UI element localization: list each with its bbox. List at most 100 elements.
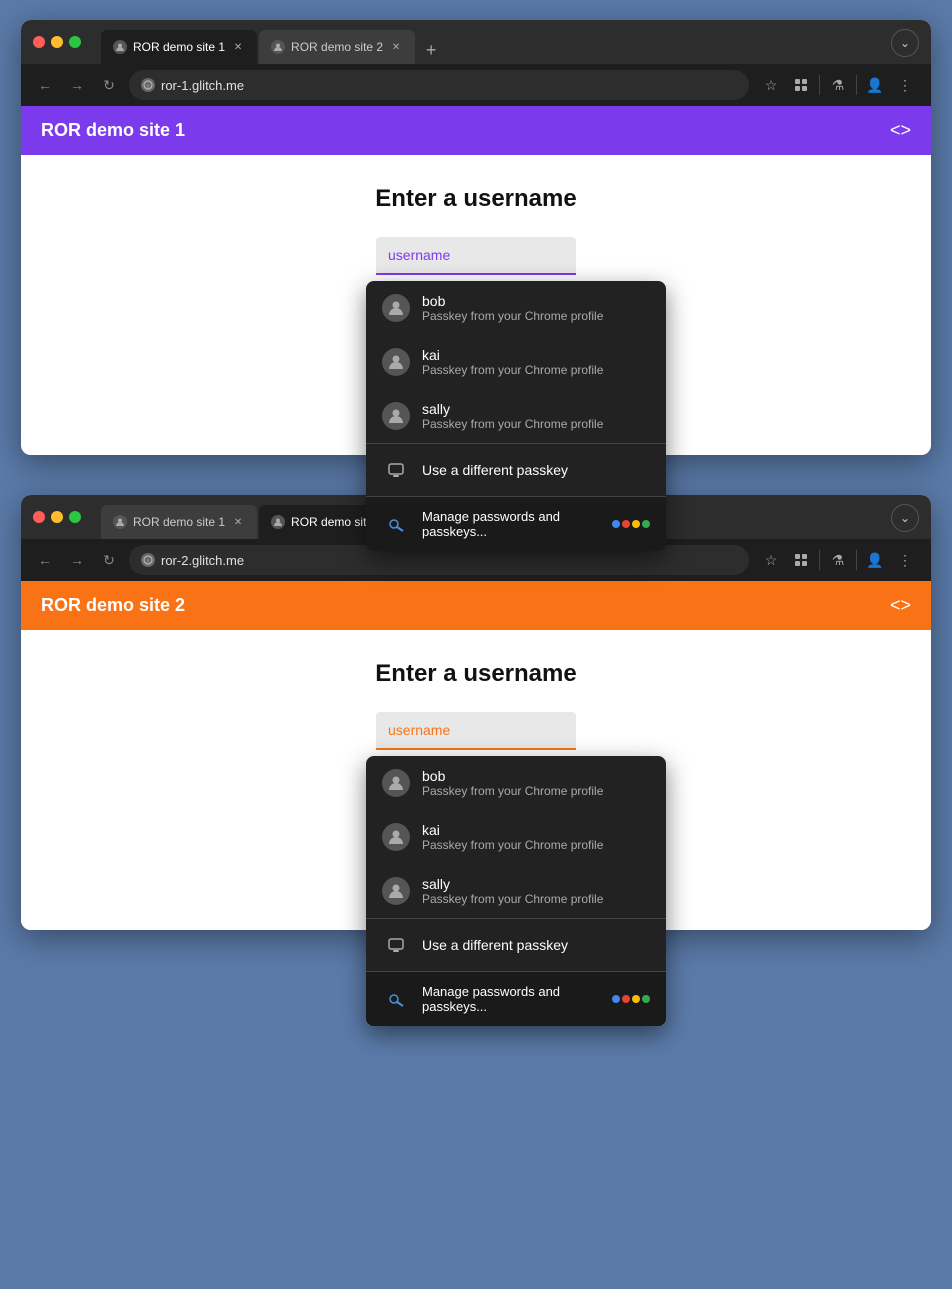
browser-window-2: ROR demo site 1 ✕ ROR demo site 2 ✕ + ⌄ … <box>21 495 931 930</box>
tab-favicon-2 <box>271 40 285 54</box>
fullscreen-button[interactable] <box>69 36 81 48</box>
code-icon-1[interactable]: <> <box>890 120 911 141</box>
passkey-name-sally: sally <box>422 401 603 417</box>
site-title-2: ROR demo site 2 <box>41 595 185 616</box>
site-title-1: ROR demo site 1 <box>41 120 185 141</box>
close-button[interactable] <box>33 36 45 48</box>
back-button[interactable]: ← <box>33 73 57 97</box>
passkey-sub-sally: Passkey from your Chrome profile <box>422 417 603 431</box>
minimize-button[interactable] <box>51 36 63 48</box>
address-bar-1: ← → ↻ i ror-1.glitch.me ☆ ⚗ 👤 ⋮ <box>21 64 931 106</box>
passkey-dropdown-1: bob Passkey from your Chrome profile kai… <box>366 281 666 551</box>
forward-button[interactable]: → <box>65 73 89 97</box>
passkey-item-kai[interactable]: kai Passkey from your Chrome profile <box>366 335 666 389</box>
tab-title-3: ROR demo site 1 <box>133 515 225 529</box>
passkey-user-icon-bob <box>382 294 410 322</box>
browser-chrome-1: ROR demo site 1 ✕ ROR demo site 2 ✕ + ⌄ … <box>21 20 931 106</box>
address-input-wrap[interactable]: i ror-1.glitch.me <box>129 70 749 100</box>
fullscreen-button-2[interactable] <box>69 511 81 523</box>
flask-button[interactable]: ⚗ <box>824 71 852 99</box>
manage-passwords-text-2: Manage passwords and passkeys... <box>422 984 600 1014</box>
passkey-sub-sally-2: Passkey from your Chrome profile <box>422 892 603 906</box>
username-field-wrap-1: bob Passkey from your Chrome profile kai… <box>41 237 911 275</box>
browser-window-1: ROR demo site 1 ✕ ROR demo site 2 ✕ + ⌄ … <box>21 20 931 455</box>
passkey-info-sally: sally Passkey from your Chrome profile <box>422 401 603 431</box>
divider-2 <box>856 75 857 95</box>
menu-button[interactable]: ⋮ <box>891 71 919 99</box>
passkey-item-sally[interactable]: sally Passkey from your Chrome profile <box>366 389 666 443</box>
passkey-user-icon-kai <box>382 348 410 376</box>
manage-passwords-1[interactable]: Manage passwords and passkeys... <box>366 496 666 551</box>
passkey-dropdown-2: bob Passkey from your Chrome profile kai… <box>366 756 666 1026</box>
divider-4 <box>856 550 857 570</box>
address-actions: ☆ ⚗ 👤 ⋮ <box>757 71 919 99</box>
tab-bar-1: ROR demo site 1 ✕ ROR demo site 2 ✕ + ⌄ <box>93 20 931 64</box>
tab-title-1: ROR demo site 1 <box>133 40 225 54</box>
tab-close-3[interactable]: ✕ <box>231 515 245 529</box>
passkey-user-icon-bob-2 <box>382 769 410 797</box>
menu-button-2[interactable]: ⋮ <box>891 546 919 574</box>
manage-passwords-text-1: Manage passwords and passkeys... <box>422 509 600 539</box>
star-button[interactable]: ☆ <box>757 71 785 99</box>
minimize-button-2[interactable] <box>51 511 63 523</box>
tab-favicon-3 <box>113 515 127 529</box>
passkey-name-bob-2: bob <box>422 768 603 784</box>
device-icon <box>382 456 410 484</box>
passkey-item-bob-2[interactable]: bob Passkey from your Chrome profile <box>366 756 666 810</box>
refresh-button-2[interactable]: ↻ <box>97 548 121 572</box>
tab-title-2: ROR demo site 2 <box>291 40 383 54</box>
passkey-name-kai-2: kai <box>422 822 603 838</box>
manage-icon-1 <box>382 510 410 538</box>
manage-passwords-2[interactable]: Manage passwords and passkeys... <box>366 971 666 1026</box>
flask-button-2[interactable]: ⚗ <box>824 546 852 574</box>
page-heading-1: Enter a username <box>41 185 911 213</box>
passkey-item-kai-2[interactable]: kai Passkey from your Chrome profile <box>366 810 666 864</box>
use-different-passkey-label-2: Use a different passkey <box>422 937 568 953</box>
address-url[interactable]: ror-1.glitch.me <box>161 78 244 93</box>
tab-favicon-1 <box>113 40 127 54</box>
use-different-passkey[interactable]: Use a different passkey <box>366 444 666 496</box>
device-icon-2 <box>382 931 410 959</box>
username-input-1[interactable] <box>376 237 576 275</box>
address-url-2[interactable]: ror-2.glitch.me <box>161 553 244 568</box>
page-content-1: Enter a username bob Passkey from your C… <box>21 155 931 455</box>
tab-ror-demo-1-b[interactable]: ROR demo site 1 ✕ <box>101 505 257 539</box>
extensions-button-2[interactable] <box>787 546 815 574</box>
tab-close-1[interactable]: ✕ <box>231 40 245 54</box>
use-different-passkey-2[interactable]: Use a different passkey <box>366 919 666 971</box>
page-content-2: Enter a username bob Passkey from your C… <box>21 630 931 930</box>
passkey-sub-bob: Passkey from your Chrome profile <box>422 309 603 323</box>
forward-button-2[interactable]: → <box>65 548 89 572</box>
passkey-user-icon-sally-2 <box>382 877 410 905</box>
passkey-info-kai-2: kai Passkey from your Chrome profile <box>422 822 603 852</box>
profile-button-2[interactable]: 👤 <box>861 546 889 574</box>
passkey-item-sally-2[interactable]: sally Passkey from your Chrome profile <box>366 864 666 918</box>
traffic-lights-1 <box>21 26 93 58</box>
passkey-info-sally-2: sally Passkey from your Chrome profile <box>422 876 603 906</box>
username-input-2[interactable] <box>376 712 576 750</box>
passkey-user-icon-sally <box>382 402 410 430</box>
tab-ror-demo-2[interactable]: ROR demo site 2 ✕ <box>259 30 415 64</box>
new-tab-button[interactable]: + <box>417 36 445 64</box>
browser-top-row-1: ROR demo site 1 ✕ ROR demo site 2 ✕ + ⌄ <box>21 20 931 64</box>
close-button-2[interactable] <box>33 511 45 523</box>
tab-ror-demo-1-active[interactable]: ROR demo site 1 ✕ <box>101 30 257 64</box>
passkey-sub-kai: Passkey from your Chrome profile <box>422 363 603 377</box>
site-security-icon-2: i <box>141 553 155 567</box>
tab-dropdown-button-2[interactable]: ⌄ <box>891 504 919 532</box>
site-security-icon: i <box>141 78 155 92</box>
tab-close-2[interactable]: ✕ <box>389 40 403 54</box>
passkey-name-kai: kai <box>422 347 603 363</box>
manage-icon-2 <box>382 985 410 1013</box>
profile-button[interactable]: 👤 <box>861 71 889 99</box>
username-field-wrap-2: bob Passkey from your Chrome profile kai… <box>41 712 911 750</box>
code-icon-2[interactable]: <> <box>890 595 911 616</box>
passkey-item-bob[interactable]: bob Passkey from your Chrome profile <box>366 281 666 335</box>
refresh-button[interactable]: ↻ <box>97 73 121 97</box>
extensions-button[interactable] <box>787 71 815 99</box>
passkey-sub-bob-2: Passkey from your Chrome profile <box>422 784 603 798</box>
tab-dropdown-button[interactable]: ⌄ <box>891 29 919 57</box>
passkey-name-bob: bob <box>422 293 603 309</box>
star-button-2[interactable]: ☆ <box>757 546 785 574</box>
back-button-2[interactable]: ← <box>33 548 57 572</box>
